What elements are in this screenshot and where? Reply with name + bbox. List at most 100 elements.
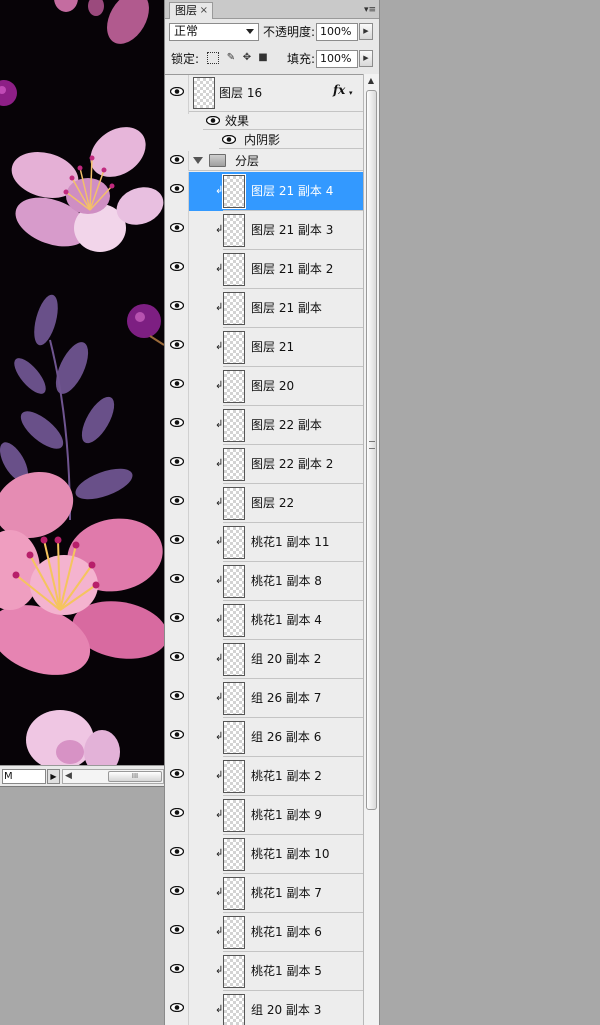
scrollbar-thumb[interactable]	[366, 90, 377, 810]
layer-row[interactable]: ↲ 桃花1 副本 11	[165, 523, 363, 562]
layer-row-16[interactable]: 图层 16 fx ▾	[165, 75, 363, 114]
lock-brush-icon[interactable]: ✎	[225, 52, 237, 64]
layer-row[interactable]: ↲ 图层 21	[165, 328, 363, 367]
layer-name: 图层 22 副本 2	[251, 457, 334, 471]
layer-row[interactable]: ↲ 桃花1 副本 2	[165, 757, 363, 796]
layer-row[interactable]: ↲ 桃花1 副本 10	[165, 835, 363, 874]
visibility-toggle[interactable]	[165, 835, 189, 874]
document-canvas[interactable]	[0, 0, 164, 765]
layer-row[interactable]: ↲ 桃花1 副本 4	[165, 601, 363, 640]
eye-icon[interactable]	[222, 135, 236, 144]
visibility-toggle[interactable]	[165, 874, 189, 913]
layer-row[interactable]: ↲ 图层 21 副本 2	[165, 250, 363, 289]
layer-name: 图层 22	[251, 496, 295, 510]
tab-layers[interactable]: 图层 ×	[169, 2, 213, 19]
layer-row[interactable]: ↲ 组 20 副本 2	[165, 640, 363, 679]
visibility-toggle[interactable]	[165, 484, 189, 523]
visibility-toggle[interactable]	[165, 991, 189, 1025]
visibility-toggle[interactable]	[165, 718, 189, 757]
layer-row[interactable]: ↲ 桃花1 副本 6	[165, 913, 363, 952]
eye-icon	[170, 730, 184, 739]
layer-row[interactable]: ↲ 图层 21 副本 4	[165, 172, 363, 211]
layer-thumbnail	[223, 955, 245, 988]
eye-icon	[170, 340, 184, 349]
layer-name: 组 26 副本 6	[251, 730, 322, 744]
panel-menu-icon[interactable]: ▾≡	[363, 4, 377, 16]
visibility-toggle[interactable]	[165, 172, 189, 211]
visibility-toggle[interactable]	[165, 640, 189, 679]
eye-icon	[170, 87, 184, 96]
visibility-toggle[interactable]	[165, 679, 189, 718]
visibility-toggle[interactable]	[165, 151, 189, 171]
layer-row[interactable]: ↲ 图层 20	[165, 367, 363, 406]
chevron-down-icon	[246, 29, 254, 34]
horizontal-scrollbar[interactable]: ◀ III	[62, 769, 164, 784]
tab-close-icon[interactable]: ×	[200, 3, 208, 18]
layer-row[interactable]: ↲ 图层 22 副本	[165, 406, 363, 445]
visibility-toggle[interactable]	[165, 952, 189, 991]
opacity-slider-arrow-icon[interactable]: ▶	[359, 23, 373, 40]
eye-icon	[170, 301, 184, 310]
layer-thumbnail	[223, 370, 245, 403]
layer-name: 桃花1 副本 9	[251, 808, 322, 822]
layer-name: 桃花1 副本 11	[251, 535, 330, 549]
layer-thumbnail	[223, 214, 245, 247]
layer-row[interactable]: ↲ 组 26 副本 7	[165, 679, 363, 718]
status-menu-arrow-icon[interactable]: ▶	[47, 769, 60, 784]
visibility-toggle[interactable]	[165, 289, 189, 328]
lock-all-icon[interactable]: ■	[257, 52, 269, 64]
layer-row[interactable]: ↲ 桃花1 副本 9	[165, 796, 363, 835]
layer-thumbnail	[223, 682, 245, 715]
visibility-toggle[interactable]	[165, 796, 189, 835]
layer-thumbnail	[223, 994, 245, 1025]
zoom-field[interactable]: M	[2, 769, 46, 784]
visibility-toggle[interactable]	[165, 913, 189, 952]
expand-triangle-icon[interactable]	[193, 157, 203, 164]
scroll-thumb[interactable]: III	[108, 771, 162, 782]
scroll-up-icon[interactable]: ▲	[365, 76, 377, 86]
layer-row[interactable]: ↲ 组 20 副本 3	[165, 991, 363, 1025]
visibility-toggle[interactable]	[165, 445, 189, 484]
layer-group-row[interactable]: 分层	[165, 151, 363, 171]
scroll-left-icon[interactable]: ◀	[65, 770, 72, 783]
visibility-toggle[interactable]	[165, 328, 189, 367]
fx-icon[interactable]: fx	[333, 83, 345, 97]
layer-list[interactable]: 图层 16 fx ▾ 效果 内阴影 分层 ↲图层 21 副本 4↲图层 2	[165, 74, 363, 1025]
visibility-toggle[interactable]	[165, 562, 189, 601]
visibility-toggle[interactable]	[165, 211, 189, 250]
layer-row[interactable]: ↲ 桃花1 副本 5	[165, 952, 363, 991]
opacity-input[interactable]: 100%	[316, 23, 358, 41]
layer-row[interactable]: ↲ 图层 22 副本 2	[165, 445, 363, 484]
inner-shadow-row[interactable]: 内阴影	[189, 131, 363, 149]
layer-row[interactable]: ↲ 组 26 副本 6	[165, 718, 363, 757]
artwork-image	[0, 0, 164, 765]
layer-thumbnail	[222, 174, 246, 209]
effects-row[interactable]: 效果	[189, 112, 363, 130]
layer-name: 图层 21 副本 4	[251, 184, 334, 198]
visibility-toggle[interactable]	[165, 757, 189, 796]
layer-name: 图层 22 副本	[251, 418, 322, 432]
fill-slider-arrow-icon[interactable]: ▶	[359, 50, 373, 67]
layer-row[interactable]: ↲ 桃花1 副本 7	[165, 874, 363, 913]
layer-row[interactable]: ↲ 图层 21 副本 3	[165, 211, 363, 250]
visibility-toggle[interactable]	[165, 367, 189, 406]
lock-transparent-icon[interactable]	[207, 52, 219, 64]
layer-thumbnail	[223, 838, 245, 871]
visibility-toggle[interactable]	[165, 406, 189, 445]
blend-mode-select[interactable]: 正常	[169, 23, 259, 41]
layer-name: 组 26 副本 7	[251, 691, 322, 705]
eye-icon	[170, 886, 184, 895]
visibility-toggle[interactable]	[165, 601, 189, 640]
visibility-toggle[interactable]	[165, 75, 189, 114]
layer-row[interactable]: ↲ 图层 21 副本	[165, 289, 363, 328]
fill-input[interactable]: 100%	[316, 50, 358, 68]
eye-icon[interactable]	[206, 116, 220, 125]
layer-row[interactable]: ↲ 桃花1 副本 8	[165, 562, 363, 601]
lock-move-icon[interactable]: ✥	[241, 52, 253, 64]
row-divider	[189, 170, 363, 171]
visibility-toggle[interactable]	[165, 523, 189, 562]
layer-row[interactable]: ↲ 图层 22	[165, 484, 363, 523]
visibility-toggle[interactable]	[165, 250, 189, 289]
expand-effects-icon[interactable]: ▾	[349, 89, 353, 97]
layers-scrollbar[interactable]: ▲	[363, 74, 379, 1025]
